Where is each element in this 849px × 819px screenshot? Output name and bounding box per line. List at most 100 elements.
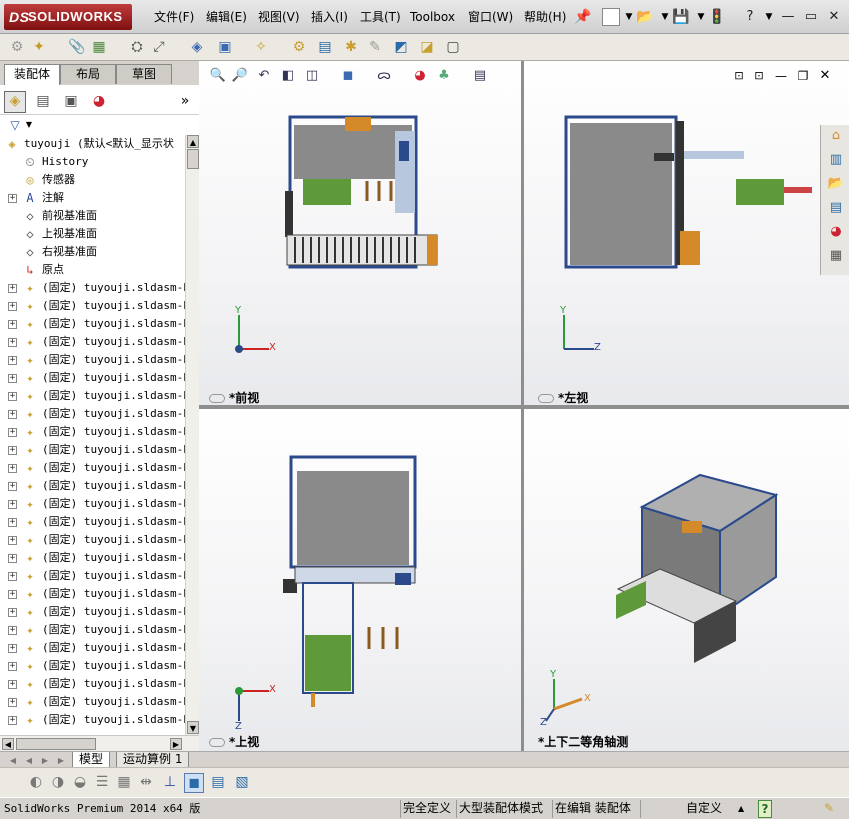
expand-toggle-icon[interactable]: +	[8, 194, 17, 203]
tree-vertical-scrollbar[interactable]: ▲ ▼	[185, 135, 199, 735]
expand-toggle-icon[interactable]: +	[8, 518, 17, 527]
expand-toggle-icon[interactable]: +	[8, 446, 17, 455]
menu-window[interactable]: 窗口(W)	[466, 8, 515, 26]
tree-item-component[interactable]: + ✦ (固定) tuyouji.sldasm-P	[0, 297, 185, 315]
new-part-icon[interactable]: ✦	[30, 38, 48, 56]
revolve-icon[interactable]: ◑	[48, 773, 68, 793]
linear-pattern-icon[interactable]: ▦	[90, 38, 108, 56]
minimize-button[interactable]: —	[780, 9, 796, 25]
help-icon[interactable]: ?	[758, 800, 772, 818]
expand-toggle-icon[interactable]: +	[8, 680, 17, 689]
tree-item-component[interactable]: + ✦ (固定) tuyouji.sldasm-P	[0, 603, 185, 621]
expand-toggle-icon[interactable]: +	[8, 464, 17, 473]
smart-fasteners-icon[interactable]: ⛭	[128, 38, 146, 56]
viewport-isometric[interactable]: Y X Z *上下二等角轴测	[524, 409, 849, 751]
tab-sketch[interactable]: 草图	[116, 64, 172, 84]
grid-icon[interactable]: ▦	[114, 773, 134, 793]
rebuild-traffic-light-icon[interactable]: 🚦	[708, 8, 726, 26]
display-manager-icon[interactable]: ◕	[88, 91, 110, 113]
expand-toggle-icon[interactable]: +	[8, 428, 17, 437]
assembly-features-icon[interactable]: ▣	[216, 38, 234, 56]
open-folder-icon[interactable]: 📂	[636, 8, 654, 26]
custom-properties-icon[interactable]: ▦	[826, 247, 846, 267]
move-component-icon[interactable]: ⤢	[150, 38, 168, 56]
tree-item-sensor[interactable]: ◎ 传感器	[0, 171, 185, 189]
tree-item-component[interactable]: + ✦ (固定) tuyouji.sldasm-P	[0, 441, 185, 459]
viewport-front[interactable]: 🔍 🔎 ↶ ◧ ◫ ◼ ᯅ ◕ ♣ ▤ Y X *前视	[199, 61, 521, 405]
tree-item-plane[interactable]: ◇ 上视基准面	[0, 225, 185, 243]
units-caret-icon[interactable]: ▲	[736, 800, 746, 818]
tree-item-plane[interactable]: ◇ 前视基准面	[0, 207, 185, 225]
new-document-icon[interactable]	[602, 8, 620, 26]
interference-detection-icon[interactable]: ◩	[392, 38, 410, 56]
tree-item-origin[interactable]: ↳ 原点	[0, 261, 185, 279]
show-hidden-icon[interactable]: ◈	[188, 38, 206, 56]
pin-icon[interactable]: 📌	[574, 8, 592, 26]
expand-toggle-icon[interactable]: +	[8, 626, 17, 635]
restore-button[interactable]: ▭	[803, 9, 819, 25]
expand-toggle-icon[interactable]: +	[8, 320, 17, 329]
scroll-right-arrow[interactable]: ▶	[170, 738, 182, 750]
tag-icon[interactable]: ✎	[822, 800, 836, 818]
expand-toggle-icon[interactable]: +	[8, 482, 17, 491]
scroll-left-arrow[interactable]: ◀	[2, 738, 14, 750]
graphics-area[interactable]: 🔍 🔎 ↶ ◧ ◫ ◼ ᯅ ◕ ♣ ▤ Y X *前视 ⊡ ⊡ — ❐ ✕ Y …	[199, 61, 849, 751]
mate-icon[interactable]: 📎	[68, 38, 86, 56]
expand-toggle-icon[interactable]: +	[8, 590, 17, 599]
tab-assembly[interactable]: 装配体	[4, 64, 60, 85]
expand-panel-icon[interactable]: »	[174, 91, 196, 113]
tree-item-component[interactable]: + ✦ (固定) tuyouji.sldasm-P	[0, 567, 185, 585]
tree-item-annotation[interactable]: + A 注解	[0, 189, 185, 207]
expand-toggle-icon[interactable]: +	[8, 356, 17, 365]
menu-file[interactable]: 文件(F)	[152, 8, 196, 26]
tree-item-component[interactable]: + ✦ (固定) tuyouji.sldasm-P	[0, 333, 185, 351]
save-icon[interactable]: 💾	[672, 8, 690, 26]
new-motion-study-icon[interactable]: ⚙	[290, 38, 308, 56]
expand-toggle-icon[interactable]: +	[8, 572, 17, 581]
reference-geometry-icon[interactable]: ✧	[252, 38, 270, 56]
tab-layout[interactable]: 布局	[60, 64, 116, 84]
tree-item-component[interactable]: + ✦ (固定) tuyouji.sldasm-P	[0, 585, 185, 603]
extrude-icon[interactable]: ◐	[26, 773, 46, 793]
appearances-icon[interactable]: ◕	[826, 223, 846, 243]
fillet-icon[interactable]: ◒	[70, 773, 90, 793]
insert-component-icon[interactable]: ⚙	[8, 38, 26, 56]
exploded-view-icon[interactable]: ✱	[342, 38, 360, 56]
tree-item-component[interactable]: + ✦ (固定) tuyouji.sldasm-P	[0, 711, 185, 729]
menu-help[interactable]: 帮助(H)	[522, 8, 568, 26]
tree-horizontal-scrollbar[interactable]: ◀ ▶	[0, 735, 199, 751]
tree-item-component[interactable]: + ✦ (固定) tuyouji.sldasm-P	[0, 657, 185, 675]
expand-toggle-icon[interactable]: +	[8, 392, 17, 401]
units-selector[interactable]: 自定义	[684, 800, 724, 818]
feature-manager-icon[interactable]: ◈	[4, 91, 26, 113]
expand-toggle-icon[interactable]: +	[8, 338, 17, 347]
tree-root-assembly[interactable]: ◈ tuyouji (默认<默认_显示状	[0, 135, 185, 153]
menu-view[interactable]: 视图(V)	[256, 8, 302, 26]
expand-toggle-icon[interactable]: +	[8, 662, 17, 671]
menu-toolbox[interactable]: Toolbox	[408, 8, 457, 26]
property-manager-icon[interactable]: ▤	[32, 91, 54, 113]
tree-item-component[interactable]: + ✦ (固定) tuyouji.sldasm-P	[0, 693, 185, 711]
tree-item-component[interactable]: + ✦ (固定) tuyouji.sldasm-P	[0, 477, 185, 495]
tree-item-component[interactable]: + ✦ (固定) tuyouji.sldasm-P	[0, 675, 185, 693]
expand-toggle-icon[interactable]: +	[8, 284, 17, 293]
tree-item-component[interactable]: + ✦ (固定) tuyouji.sldasm-P	[0, 495, 185, 513]
list-icon[interactable]: ☰	[92, 773, 112, 793]
file-explorer-icon[interactable]: 📂	[826, 175, 846, 195]
configuration-manager-icon[interactable]: ▣	[60, 91, 82, 113]
view-palette-icon[interactable]: ▤	[826, 199, 846, 219]
scroll-down-arrow[interactable]: ▼	[187, 721, 199, 734]
viewport-splitter-horizontal[interactable]	[199, 405, 849, 409]
expand-toggle-icon[interactable]: +	[8, 698, 17, 707]
home-icon[interactable]: ⌂	[826, 127, 846, 147]
solidworks-logo[interactable]: DS SOLIDWORKS	[4, 4, 132, 30]
chevron-down-icon[interactable]: ▼	[760, 8, 778, 26]
tree-item-plane[interactable]: ◇ 右视基准面	[0, 243, 185, 261]
tab-motion-study[interactable]: 运动算例 1	[116, 752, 190, 768]
expand-toggle-icon[interactable]: +	[8, 608, 17, 617]
3d-view-icon[interactable]: ◼	[184, 773, 204, 793]
expand-toggle-icon[interactable]: +	[8, 644, 17, 653]
expand-toggle-icon[interactable]: +	[8, 554, 17, 563]
bill-of-materials-icon[interactable]: ▤	[316, 38, 334, 56]
tree-item-component[interactable]: + ✦ (固定) tuyouji.sldasm-P	[0, 459, 185, 477]
